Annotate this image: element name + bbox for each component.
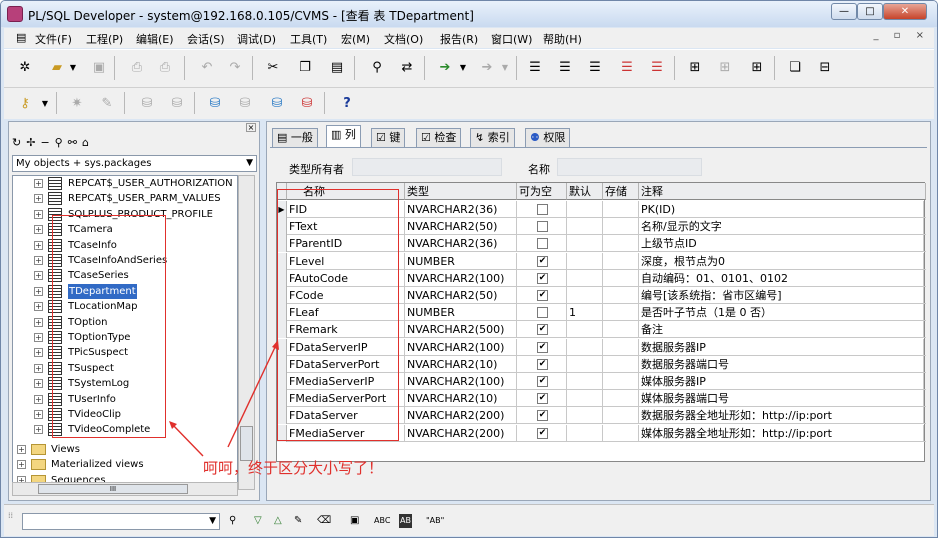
- app-window: PL/SQL Developer - system@192.168.0.105/…: [0, 0, 938, 538]
- quoted-search-button[interactable]: "AB": [426, 514, 444, 528]
- highlight-icon[interactable]: ✎: [294, 514, 302, 528]
- find-input[interactable]: ▼: [22, 513, 220, 530]
- regex-icon[interactable]: ▣: [350, 514, 359, 528]
- find-toolbar: ⁞⁞ ▼ ⚲ ▽ △ ✎ ⌫ ▣ ABC AB "AB": [4, 504, 934, 536]
- find-icon[interactable]: ⚲: [229, 514, 236, 528]
- match-case-button[interactable]: ABC: [374, 514, 390, 528]
- arrow-to-columns: [227, 342, 278, 448]
- annotation-arrows: [169, 340, 279, 457]
- annotation-text: 呵呵，终于区分大小写了！: [203, 459, 384, 477]
- clear-icon[interactable]: ⌫: [317, 514, 331, 528]
- grip-icon: ⁞⁞: [8, 511, 14, 520]
- find-previous-icon[interactable]: △: [274, 514, 282, 528]
- whole-word-button[interactable]: AB: [399, 514, 412, 528]
- find-next-icon[interactable]: ▽: [254, 514, 262, 528]
- arrowhead-icon: [272, 340, 279, 350]
- arrow-to-tables: [170, 422, 204, 457]
- chevron-down-icon[interactable]: ▼: [209, 516, 216, 526]
